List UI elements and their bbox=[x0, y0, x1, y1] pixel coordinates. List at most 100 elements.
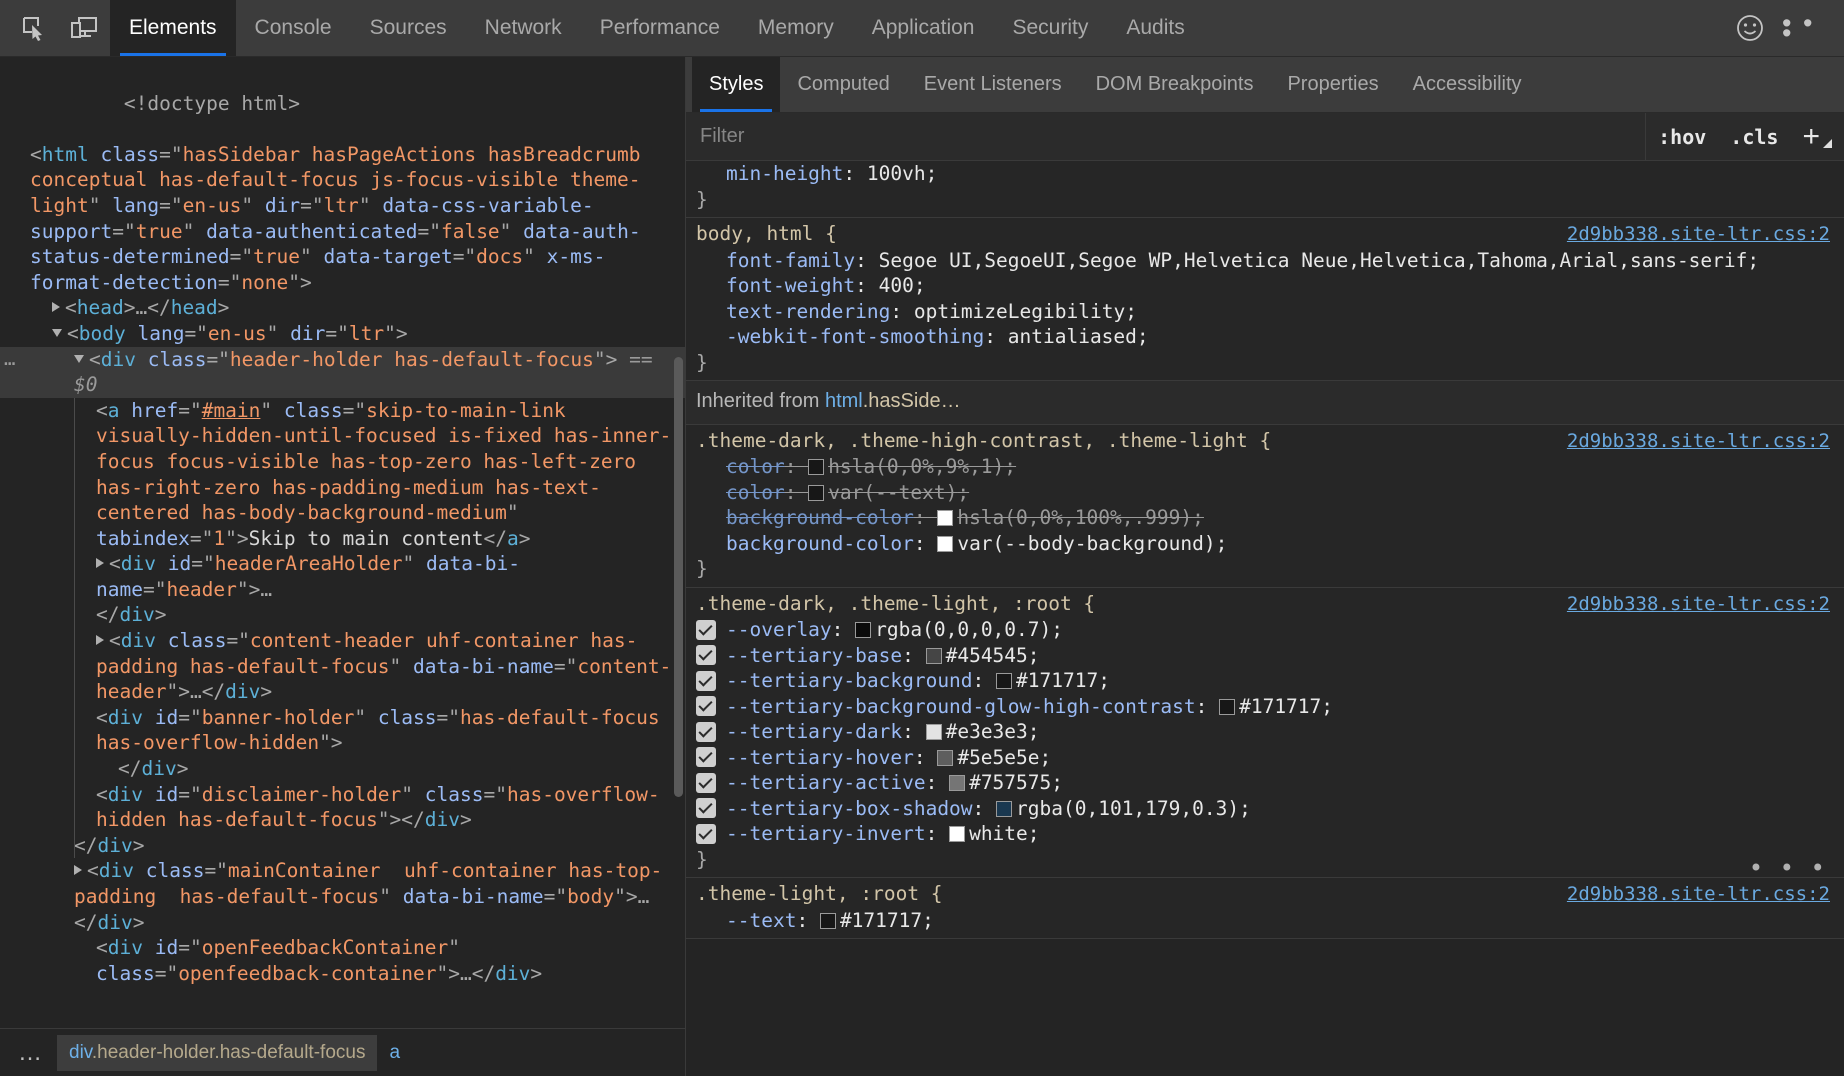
declaration-checkbox[interactable] bbox=[696, 620, 716, 640]
css-declaration[interactable]: --overlay: rgba(0,0,0,0.7); bbox=[686, 617, 1844, 643]
collapse-triangle-icon[interactable] bbox=[52, 329, 62, 337]
dom-node-header-area-close[interactable]: </div> bbox=[0, 602, 685, 628]
dom-node-header-holder[interactable]: …<div class="header-holder has-default-f… bbox=[0, 347, 685, 398]
css-rule-theme-root-vars[interactable]: .theme-dark, .theme-light, :root { 2d9bb… bbox=[686, 588, 1844, 879]
inherited-tag-name[interactable]: html bbox=[825, 390, 863, 412]
css-property-value[interactable]: hsla(0,0%,100%,.999) bbox=[957, 506, 1192, 529]
css-rule-theme-light-root[interactable]: .theme-light, :root { 2d9bb338.site-ltr.… bbox=[686, 878, 1844, 939]
css-property-value[interactable]: #171717 bbox=[1016, 669, 1098, 692]
dom-node-disclaimer-holder[interactable]: <div id="disclaimer-holder" class="has-o… bbox=[0, 782, 685, 833]
css-declaration[interactable]: --tertiary-dark: #e3e3e3; bbox=[686, 719, 1844, 745]
tab-styles[interactable]: Styles bbox=[692, 57, 780, 112]
css-property-value[interactable]: hsla(0,0%,9%,1) bbox=[828, 455, 1004, 478]
css-property-value[interactable]: #171717 bbox=[1239, 695, 1321, 718]
tab-security[interactable]: Security bbox=[993, 0, 1107, 56]
tab-dom-breakpoints[interactable]: DOM Breakpoints bbox=[1079, 57, 1271, 112]
css-property-value[interactable]: 100vh bbox=[867, 162, 926, 185]
css-property-value[interactable]: rgba(0,0,0,0.7) bbox=[875, 618, 1051, 641]
declaration-checkbox[interactable] bbox=[696, 722, 716, 742]
color-swatch[interactable] bbox=[926, 648, 942, 664]
expand-triangle-icon[interactable] bbox=[96, 635, 104, 645]
tab-event-listeners[interactable]: Event Listeners bbox=[907, 57, 1079, 112]
tab-performance[interactable]: Performance bbox=[581, 0, 739, 56]
css-declaration[interactable]: --tertiary-active: #757575; bbox=[686, 770, 1844, 796]
declaration-checkbox[interactable] bbox=[696, 824, 716, 844]
rule-more-options-icon[interactable]: • • • bbox=[1749, 863, 1826, 873]
styles-filter-input[interactable] bbox=[686, 125, 1645, 148]
css-property-value[interactable]: #757575 bbox=[969, 771, 1051, 794]
css-declaration[interactable]: --text: #171717; bbox=[686, 908, 1844, 934]
css-property-value[interactable]: #e3e3e3 bbox=[946, 720, 1028, 743]
expand-triangle-icon[interactable] bbox=[52, 302, 60, 312]
css-source-link[interactable]: 2d9bb338.site-ltr.css:2 bbox=[1567, 882, 1830, 908]
skip-link-href-value[interactable]: #main bbox=[202, 399, 261, 422]
collapse-triangle-icon[interactable] bbox=[74, 355, 84, 363]
color-swatch[interactable] bbox=[926, 724, 942, 740]
expand-triangle-icon[interactable] bbox=[74, 865, 82, 875]
css-source-link[interactable]: 2d9bb338.site-ltr.css:2 bbox=[1567, 592, 1830, 618]
css-declaration[interactable]: font-family: Segoe UI,SegoeUI,Segoe WP,H… bbox=[686, 248, 1844, 274]
css-selector[interactable]: body, html { bbox=[696, 221, 837, 247]
css-declaration-overridden[interactable]: color: var(--text); bbox=[686, 480, 1844, 506]
css-rule-theme-triple[interactable]: .theme-dark, .theme-high-contrast, .them… bbox=[686, 425, 1844, 588]
css-declaration-overridden[interactable]: color: hsla(0,0%,9%,1); bbox=[686, 454, 1844, 480]
tab-properties[interactable]: Properties bbox=[1270, 57, 1395, 112]
css-selector[interactable]: .theme-dark, .theme-light, :root { bbox=[696, 591, 1095, 617]
css-declaration[interactable]: --tertiary-invert: white; bbox=[686, 821, 1844, 847]
css-declaration[interactable]: font-weight: 400; bbox=[686, 273, 1844, 299]
css-property-value[interactable]: optimizeLegibility bbox=[914, 300, 1125, 323]
css-declaration[interactable]: text-rendering: optimizeLegibility; bbox=[686, 299, 1844, 325]
css-selector[interactable]: .theme-dark, .theme-high-contrast, .them… bbox=[696, 428, 1271, 454]
dom-node-header-holder-close[interactable]: </div> bbox=[0, 833, 685, 859]
breadcrumb-item-a[interactable]: a bbox=[377, 1035, 412, 1071]
tab-network[interactable]: Network bbox=[466, 0, 581, 56]
css-rules-list[interactable]: min-height: 100vh; } body, html { 2d9bb3… bbox=[686, 161, 1844, 1076]
color-swatch[interactable] bbox=[855, 622, 871, 638]
css-declaration-overridden[interactable]: background-color: hsla(0,0%,100%,.999); bbox=[686, 505, 1844, 531]
feedback-smiley-icon[interactable] bbox=[1728, 6, 1772, 50]
more-options-icon[interactable]: • • • bbox=[1782, 6, 1826, 50]
color-swatch[interactable] bbox=[808, 485, 824, 501]
dom-node-doctype[interactable]: <!doctype html> bbox=[0, 65, 685, 142]
color-swatch[interactable] bbox=[820, 913, 836, 929]
dom-node-feedback-container[interactable]: <div id="openFeedbackContainer" class="o… bbox=[0, 935, 685, 986]
color-swatch[interactable] bbox=[949, 826, 965, 842]
css-declaration[interactable]: --tertiary-base: #454545; bbox=[686, 643, 1844, 669]
dom-node-main-container[interactable]: <div class="mainContainer uhf-container … bbox=[0, 858, 685, 909]
declaration-checkbox[interactable] bbox=[696, 798, 716, 818]
color-swatch[interactable] bbox=[808, 459, 824, 475]
css-property-value[interactable]: white bbox=[969, 822, 1028, 845]
css-declaration[interactable]: --tertiary-background-glow-high-contrast… bbox=[686, 694, 1844, 720]
tab-computed[interactable]: Computed bbox=[780, 57, 906, 112]
declaration-checkbox[interactable] bbox=[696, 773, 716, 793]
color-swatch[interactable] bbox=[1219, 699, 1235, 715]
css-property-value[interactable]: #5e5e5e bbox=[957, 746, 1039, 769]
dom-node-html[interactable]: <html class="hasSidebar hasPageActions h… bbox=[0, 142, 685, 296]
dom-tree-scrollbar[interactable] bbox=[674, 357, 683, 797]
css-declaration[interactable]: background-color: var(--body-background)… bbox=[686, 531, 1844, 557]
css-selector[interactable]: .theme-light, :root { bbox=[696, 881, 943, 907]
css-declaration[interactable]: --tertiary-hover: #5e5e5e; bbox=[686, 745, 1844, 771]
css-property-value[interactable]: var(--text) bbox=[828, 481, 957, 504]
dom-node-banner-holder[interactable]: <div id="banner-holder" class="has-defau… bbox=[0, 705, 685, 756]
breadcrumb-item-div-header-holder[interactable]: div.header-holder.has-default-focus bbox=[57, 1035, 377, 1071]
tab-audits[interactable]: Audits bbox=[1107, 0, 1203, 56]
toggle-hover-state-button[interactable]: :hov bbox=[1646, 113, 1718, 160]
declaration-checkbox[interactable] bbox=[696, 696, 716, 716]
css-property-value[interactable]: 400 bbox=[879, 274, 914, 297]
breadcrumb-overflow-button[interactable]: … bbox=[6, 1049, 57, 1057]
css-declaration[interactable]: -webkit-font-smoothing: antialiased; bbox=[686, 324, 1844, 350]
tab-memory[interactable]: Memory bbox=[739, 0, 853, 56]
toggle-class-editor-button[interactable]: .cls bbox=[1718, 113, 1790, 160]
tab-console[interactable]: Console bbox=[236, 0, 351, 56]
dom-node-main-container-close[interactable]: </div> bbox=[0, 910, 685, 936]
color-swatch[interactable] bbox=[996, 801, 1012, 817]
new-style-rule-button[interactable]: + bbox=[1790, 113, 1838, 160]
expand-triangle-icon[interactable] bbox=[96, 558, 104, 568]
dom-node-banner-close[interactable]: </div> bbox=[0, 756, 685, 782]
declaration-checkbox[interactable] bbox=[696, 645, 716, 665]
color-swatch[interactable] bbox=[937, 750, 953, 766]
dom-tree[interactable]: <!doctype html> <html class="hasSidebar … bbox=[0, 57, 685, 1028]
css-source-link[interactable]: 2d9bb338.site-ltr.css:2 bbox=[1567, 222, 1830, 248]
color-swatch[interactable] bbox=[949, 775, 965, 791]
